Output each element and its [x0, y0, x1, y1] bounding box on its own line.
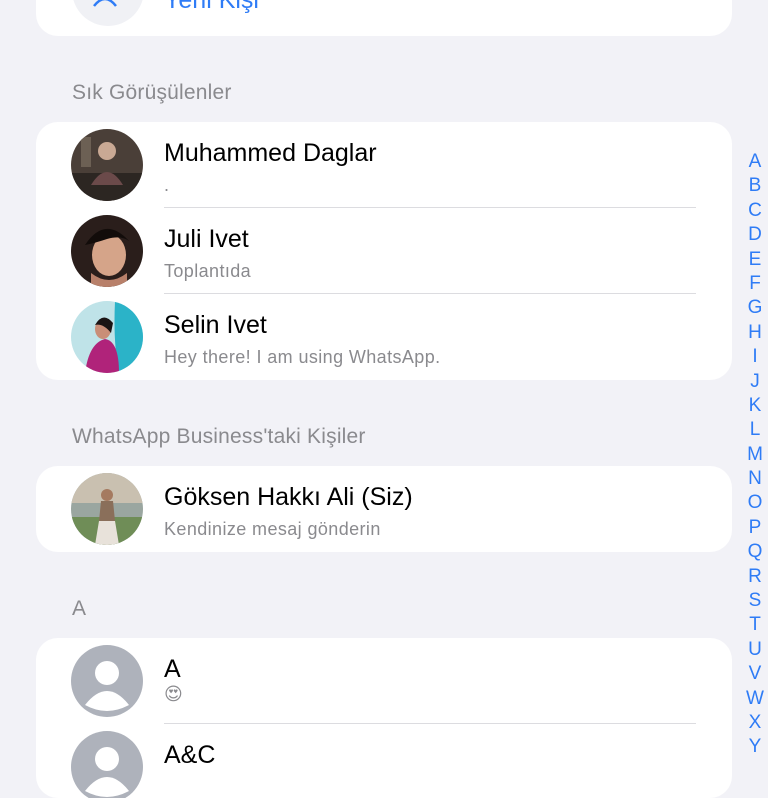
contact-name: Juli Ivet — [164, 225, 249, 253]
contact-status: Kendinize mesaj gönderin — [164, 519, 381, 539]
contact-row[interactable]: Juli Ivet Toplantıda — [36, 208, 732, 294]
index-letter-k[interactable]: K — [744, 394, 766, 418]
frequent-contacts-card: Muhammed Daglar . Juli Ivet Toplantıda S… — [36, 122, 732, 380]
index-letter-a[interactable]: A — [744, 150, 766, 174]
contact-status: . — [164, 175, 170, 195]
contact-row[interactable]: A 😍 — [36, 638, 732, 724]
index-letter-w[interactable]: W — [744, 687, 766, 711]
index-letter-c[interactable]: C — [744, 199, 766, 223]
default-avatar-icon — [71, 731, 143, 798]
contact-status: Hey there! I am using WhatsApp. — [164, 347, 441, 367]
index-letter-m[interactable]: M — [744, 443, 766, 467]
new-contact-label: Yeni Kişi — [164, 0, 259, 14]
index-letter-b[interactable]: B — [744, 174, 766, 198]
contact-name: A — [164, 655, 181, 683]
contact-row[interactable]: A&C — [36, 724, 732, 798]
section-header-business: WhatsApp Business'taki Kişiler — [72, 425, 366, 448]
index-letter-p[interactable]: P — [744, 516, 766, 540]
index-letter-h[interactable]: H — [744, 321, 766, 345]
avatar — [71, 301, 143, 373]
index-letter-t[interactable]: T — [744, 613, 766, 637]
alphabet-index[interactable]: ABCDEFGHIJKLMNOPQRSTUVWXY — [744, 150, 766, 760]
index-letter-y[interactable]: Y — [744, 735, 766, 759]
contact-status: 😍 — [164, 684, 184, 705]
index-letter-s[interactable]: S — [744, 589, 766, 613]
contact-row[interactable]: Göksen Hakkı Ali (Siz) Kendinize mesaj g… — [36, 466, 732, 552]
contact-name: Selin Ivet — [164, 311, 267, 339]
index-letter-u[interactable]: U — [744, 638, 766, 662]
index-letter-i[interactable]: I — [744, 345, 766, 369]
new-contact-card: Yeni Kişi — [36, 0, 732, 36]
index-letter-q[interactable]: Q — [744, 540, 766, 564]
section-header-a: A — [72, 597, 87, 620]
section-header-frequent: Sık Görüşülenler — [72, 81, 232, 104]
avatar — [71, 473, 143, 545]
index-letter-d[interactable]: D — [744, 223, 766, 247]
index-letter-x[interactable]: X — [744, 711, 766, 735]
contact-name: Muhammed Daglar — [164, 139, 377, 167]
business-contacts-card: Göksen Hakkı Ali (Siz) Kendinize mesaj g… — [36, 466, 732, 552]
index-letter-g[interactable]: G — [744, 296, 766, 320]
contact-status: Toplantıda — [164, 261, 252, 281]
index-letter-j[interactable]: J — [744, 370, 766, 394]
contact-row[interactable]: Selin Ivet Hey there! I am using WhatsAp… — [36, 294, 732, 380]
add-person-icon — [72, 0, 144, 26]
new-contact-row[interactable]: Yeni Kişi — [36, 0, 732, 36]
index-letter-l[interactable]: L — [744, 418, 766, 442]
index-letter-e[interactable]: E — [744, 248, 766, 272]
index-letter-v[interactable]: V — [744, 662, 766, 686]
a-contacts-card: A 😍 A&C — [36, 638, 732, 798]
index-letter-o[interactable]: O — [744, 491, 766, 515]
default-avatar-icon — [71, 645, 143, 717]
index-letter-r[interactable]: R — [744, 565, 766, 589]
index-letter-f[interactable]: F — [744, 272, 766, 296]
contact-row[interactable]: Muhammed Daglar . — [36, 122, 732, 208]
contact-name: A&C — [164, 741, 216, 769]
avatar — [71, 129, 143, 201]
index-letter-n[interactable]: N — [744, 467, 766, 491]
avatar — [71, 215, 143, 287]
contact-name: Göksen Hakkı Ali (Siz) — [164, 483, 413, 511]
